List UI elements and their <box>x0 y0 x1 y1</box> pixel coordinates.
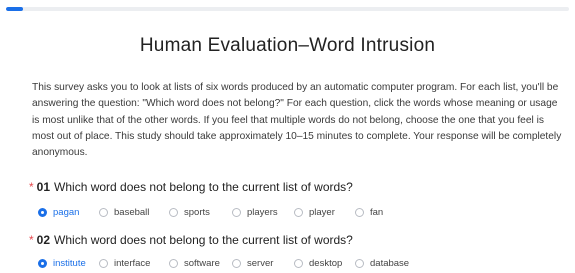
option-baseball[interactable]: baseball <box>99 207 149 218</box>
question-1-title: * 01 Which word does not belong to the cur… <box>29 180 353 194</box>
progress-bar <box>6 7 569 11</box>
option-label: desktop <box>309 258 343 269</box>
survey-description: This survey asks you to look at lists of… <box>32 82 562 159</box>
question-text: Which word does not belong to the curren… <box>54 233 353 247</box>
required-marker: * <box>29 233 34 247</box>
radio-icon[interactable] <box>294 208 303 217</box>
option-label: interface <box>114 258 151 269</box>
option-institute[interactable]: institute <box>38 258 86 269</box>
radio-icon[interactable] <box>355 259 364 268</box>
question-number: 02 <box>36 233 51 247</box>
option-players[interactable]: players <box>232 207 278 218</box>
radio-icon[interactable] <box>99 259 108 268</box>
question-2-title: * 02 Which word does not belong to the cur… <box>29 233 353 247</box>
option-fan[interactable]: fan <box>355 207 383 218</box>
option-desktop[interactable]: desktop <box>294 258 342 269</box>
option-label: fan <box>370 207 384 218</box>
radio-icon[interactable] <box>169 259 178 268</box>
radio-icon[interactable] <box>294 259 303 268</box>
option-server[interactable]: server <box>232 258 273 269</box>
radio-icon[interactable] <box>99 208 108 217</box>
question-number: 01 <box>36 180 51 194</box>
option-label: database <box>370 258 410 269</box>
option-sports[interactable]: sports <box>169 207 210 218</box>
option-interface[interactable]: interface <box>99 258 150 269</box>
option-label: software <box>184 258 220 269</box>
radio-icon[interactable] <box>232 259 241 268</box>
radio-icon[interactable] <box>169 208 178 217</box>
radio-icon[interactable] <box>38 259 47 268</box>
required-marker: * <box>29 180 34 194</box>
radio-icon[interactable] <box>38 208 47 217</box>
option-label: baseball <box>114 207 150 218</box>
option-label: player <box>309 207 335 218</box>
option-database[interactable]: database <box>355 258 409 269</box>
option-label: server <box>247 258 274 269</box>
question-text: Which word does not belong to the curren… <box>54 180 353 194</box>
option-label: players <box>247 207 278 218</box>
radio-icon[interactable] <box>232 208 241 217</box>
option-player[interactable]: player <box>294 207 335 218</box>
page-title: Human Evaluation–Word Intrusion <box>139 35 436 56</box>
progress-bar-fill <box>6 7 23 11</box>
survey-page: Human Evaluation–Word Intrusion This sur… <box>0 0 575 273</box>
option-software[interactable]: software <box>169 258 220 269</box>
option-label: sports <box>184 207 210 218</box>
option-label: pagan <box>53 207 80 218</box>
radio-icon[interactable] <box>355 208 364 217</box>
option-pagan[interactable]: pagan <box>38 207 79 218</box>
option-label: institute <box>53 258 86 269</box>
